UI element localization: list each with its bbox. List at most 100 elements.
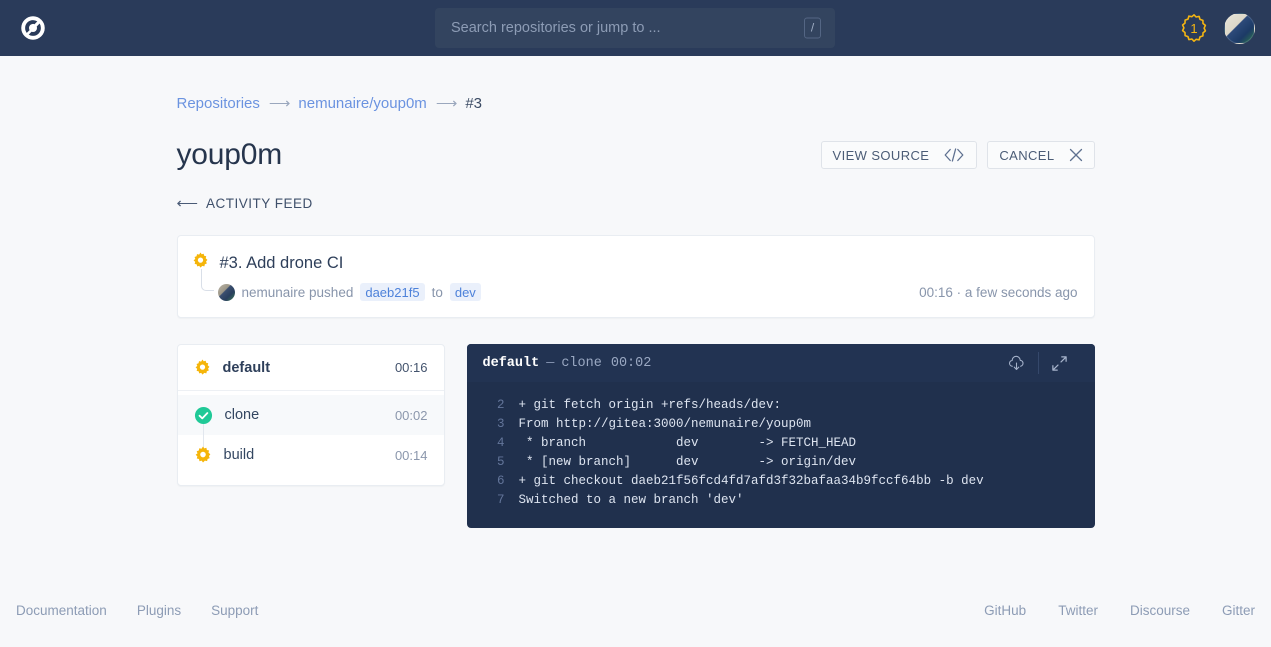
cancel-label: CANCEL <box>999 148 1054 163</box>
tree-elbow-connector <box>201 269 214 291</box>
page-wrapper: Repositories ⟶ nemunaire/youp0m ⟶ #3 you… <box>0 56 1271 647</box>
build-card-title-row: #3. Add drone CI <box>192 252 1078 274</box>
log-step-duration: 00:02 <box>611 356 652 371</box>
footer-link-plugins[interactable]: Plugins <box>137 603 181 618</box>
log-stage-name: default <box>483 356 540 371</box>
log-line-number: 7 <box>483 491 505 510</box>
build-relative-time: a few seconds ago <box>965 285 1078 300</box>
log-panel: default — clone 00:02 <box>467 344 1095 528</box>
nav-right-cluster: 1 <box>1178 12 1255 44</box>
footer-link-documentation[interactable]: Documentation <box>16 603 107 618</box>
search-container: / <box>435 8 835 48</box>
build-card-title: #3. Add drone CI <box>220 254 344 273</box>
page-footer: Documentation Plugins Support GitHub Twi… <box>0 573 1271 647</box>
meta-separator: · <box>957 285 962 300</box>
breadcrumb-arrow-1: ⟶ <box>269 94 290 112</box>
step-list: clone 00:02 build 00:14 <box>178 391 444 485</box>
log-step-name: clone <box>561 356 602 371</box>
cloud-download-icon[interactable] <box>996 344 1038 382</box>
step-name: build <box>224 447 255 463</box>
cloud-download-glyph <box>1007 354 1026 373</box>
activity-feed-label: ACTIVITY FEED <box>206 196 313 211</box>
breadcrumb-repo[interactable]: nemunaire/youp0m <box>298 95 426 112</box>
drone-logo-icon[interactable] <box>18 13 48 43</box>
breadcrumb: Repositories ⟶ nemunaire/youp0m ⟶ #3 <box>177 94 1111 112</box>
log-output[interactable]: 2 + git fetch origin +refs/heads/dev: 3 … <box>467 382 1095 528</box>
log-header-dash: — <box>546 356 554 371</box>
search-input[interactable] <box>435 8 835 48</box>
branch-tag[interactable]: dev <box>450 283 481 301</box>
log-line-number: 6 <box>483 472 505 491</box>
log-line: 5 * [new branch] dev -> origin/dev <box>467 453 1095 472</box>
stage-duration: 00:16 <box>395 360 428 375</box>
log-line-text: * branch dev -> FETCH_HEAD <box>519 434 857 453</box>
footer-links-left: Documentation Plugins Support <box>16 603 258 618</box>
footer-link-support[interactable]: Support <box>211 603 258 618</box>
footer-links-right: GitHub Twitter Discourse Gitter <box>984 603 1255 618</box>
back-arrow-icon: ⟵ <box>177 194 198 212</box>
gear-spinner-glyph <box>194 446 212 464</box>
view-source-label: VIEW SOURCE <box>833 148 930 163</box>
log-line-text: + git checkout daeb21f56fcd4fd7afd3f32ba… <box>519 472 984 491</box>
log-line: 7 Switched to a new branch 'dev' <box>467 491 1095 510</box>
step-row-clone[interactable]: clone 00:02 <box>178 395 444 435</box>
close-icon <box>1069 148 1083 162</box>
commit-sha-tag[interactable]: daeb21f5 <box>360 283 424 301</box>
author-avatar <box>218 284 235 301</box>
log-line-number: 3 <box>483 415 505 434</box>
log-line: 2 + git fetch origin +refs/heads/dev: <box>467 396 1095 415</box>
log-line-number: 4 <box>483 434 505 453</box>
log-header-tools <box>996 344 1081 382</box>
user-avatar[interactable] <box>1224 13 1255 44</box>
log-line: 4 * branch dev -> FETCH_HEAD <box>467 434 1095 453</box>
gear-spinner-glyph <box>194 359 211 376</box>
build-detail-split: default 00:16 clone 00:02 <box>177 344 1095 528</box>
stage-steps-panel: default 00:16 clone 00:02 <box>177 344 445 486</box>
stage-name: default <box>223 360 271 376</box>
view-source-button[interactable]: VIEW SOURCE <box>821 141 978 169</box>
page-content: Repositories ⟶ nemunaire/youp0m ⟶ #3 you… <box>161 56 1111 528</box>
page-title: youp0m <box>177 138 283 172</box>
log-line-text: * [new branch] dev -> origin/dev <box>519 453 857 472</box>
log-line-text: + git fetch origin +refs/heads/dev: <box>519 396 782 415</box>
footer-link-discourse[interactable]: Discourse <box>1130 603 1190 618</box>
expand-arrows-icon[interactable] <box>1039 344 1081 382</box>
log-panel-header: default — clone 00:02 <box>467 344 1095 382</box>
footer-link-gitter[interactable]: Gitter <box>1222 603 1255 618</box>
build-summary-card[interactable]: #3. Add drone CI nemunaire pushed daeb21… <box>177 235 1095 318</box>
breadcrumb-repositories[interactable]: Repositories <box>177 95 260 112</box>
log-line-number: 2 <box>483 396 505 415</box>
build-author-text: nemunaire pushed <box>242 285 354 300</box>
code-brackets-icon <box>943 148 965 162</box>
check-circle-icon <box>194 406 213 425</box>
footer-link-twitter[interactable]: Twitter <box>1058 603 1098 618</box>
log-line: 6 + git checkout daeb21f56fcd4fd7afd3f32… <box>467 472 1095 491</box>
gear-badge-icon[interactable]: 1 <box>1178 12 1210 44</box>
step-duration: 00:14 <box>395 448 428 463</box>
search-shortcut-badge: / <box>804 18 821 39</box>
expand-arrows-glyph <box>1051 355 1068 372</box>
stage-header[interactable]: default 00:16 <box>178 345 444 391</box>
step-duration: 00:02 <box>395 408 428 423</box>
gear-spinner-icon <box>194 446 212 464</box>
cancel-button[interactable]: CANCEL <box>987 141 1094 169</box>
breadcrumb-build-number: #3 <box>465 95 482 112</box>
gear-spinner-glyph <box>192 252 209 269</box>
check-circle-glyph <box>194 406 213 425</box>
log-line-text: From http://gitea:3000/nemunaire/youp0m <box>519 415 812 434</box>
header-actions: VIEW SOURCE CANCEL <box>821 141 1095 169</box>
log-line-text: Switched to a new branch 'dev' <box>519 491 744 510</box>
footer-link-github[interactable]: GitHub <box>984 603 1026 618</box>
to-word: to <box>432 285 443 300</box>
activity-feed-back-link[interactable]: ⟵ ACTIVITY FEED <box>177 194 313 212</box>
page-header-row: youp0m VIEW SOURCE CANCEL <box>177 138 1095 172</box>
gear-spinner-icon <box>194 359 211 376</box>
log-line: 3 From http://gitea:3000/nemunaire/youp0… <box>467 415 1095 434</box>
log-line-number: 5 <box>483 453 505 472</box>
top-navigation-bar: / 1 <box>0 0 1271 56</box>
step-row-build[interactable]: build 00:14 <box>178 435 444 475</box>
build-duration: 00:16 <box>919 285 953 300</box>
drone-logo-glyph <box>18 13 48 43</box>
build-card-meta: 00:16 · a few seconds ago <box>919 285 1077 300</box>
breadcrumb-arrow-2: ⟶ <box>436 94 457 112</box>
